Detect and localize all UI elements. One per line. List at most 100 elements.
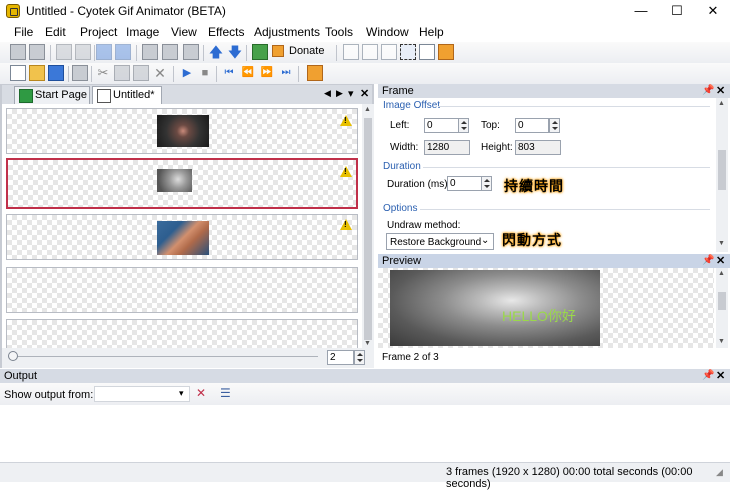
layout-icon[interactable] (381, 44, 397, 60)
new-frames-icon[interactable] (29, 44, 45, 60)
scroll-thumb[interactable] (718, 150, 726, 190)
save-icon[interactable] (48, 65, 64, 81)
pin-icon[interactable]: 📌 (702, 254, 714, 268)
toolbar-separator (336, 45, 337, 61)
scroll-down-icon[interactable]: ▼ (718, 240, 725, 247)
frame-item-3[interactable] (6, 214, 358, 260)
import-frames-icon[interactable] (142, 44, 158, 60)
toolbar-separator (50, 45, 51, 61)
undraw-method-select[interactable]: Restore Background ⌄ (386, 233, 494, 250)
resize-grip-icon[interactable]: ◢ (716, 467, 723, 478)
preview-icon[interactable] (438, 44, 454, 60)
zoom-slider-track[interactable] (18, 356, 318, 357)
scroll-thumb[interactable] (718, 292, 726, 310)
run-icon[interactable] (252, 44, 268, 60)
menu-effects[interactable]: Effects (208, 25, 244, 39)
frame-panel-scrollbar[interactable]: ▲ ▼ (716, 98, 728, 252)
pin-icon[interactable]: 📌 (702, 84, 714, 98)
menu-file[interactable]: File (14, 25, 33, 39)
move-down-icon[interactable]: 🡇 (227, 44, 243, 60)
frame-item-2[interactable] (6, 158, 358, 209)
top-label: Top: (481, 120, 500, 131)
tab-next-button[interactable]: ▶ (336, 88, 343, 99)
top-spinner[interactable] (549, 118, 560, 133)
panel-close-icon[interactable]: ✕ (716, 369, 725, 383)
output-panel-title: Output (4, 370, 38, 382)
move-up-icon[interactable]: 🡅 (208, 44, 224, 60)
menu-tools[interactable]: Tools (325, 25, 353, 39)
next-frame-icon[interactable]: ⏩ (259, 65, 275, 81)
clear-output-icon[interactable]: ✕ (196, 386, 206, 400)
cut-icon[interactable]: ✂ (95, 65, 111, 81)
menu-view[interactable]: View (171, 25, 197, 39)
menu-adjustments[interactable]: Adjustments (254, 25, 320, 39)
duration-input[interactable]: 0 (447, 176, 482, 191)
play-icon[interactable]: ▶ (179, 65, 195, 81)
minimize-button[interactable]: — (624, 0, 658, 22)
paste-icon[interactable] (133, 65, 149, 81)
scroll-down-icon[interactable]: ▼ (364, 340, 371, 347)
new-file-icon[interactable] (10, 65, 26, 81)
pin-icon[interactable]: 📌 (702, 369, 714, 383)
scroll-up-icon[interactable]: ▲ (364, 106, 371, 113)
tab-menu-button[interactable]: ▾ (348, 87, 354, 100)
tab-close-button[interactable]: ✕ (360, 87, 369, 100)
left-input[interactable]: 0 (424, 118, 459, 133)
grid-icon[interactable] (362, 44, 378, 60)
tab-untitled[interactable]: Untitled* (92, 86, 162, 104)
toolbar-separator (136, 45, 137, 61)
top-input[interactable]: 0 (515, 118, 549, 133)
scroll-up-icon[interactable]: ▲ (718, 100, 725, 107)
delete-icon[interactable]: ✕ (152, 65, 168, 81)
edit-frame-icon[interactable] (75, 44, 91, 60)
window-icon[interactable] (343, 44, 359, 60)
panel-icon[interactable] (419, 44, 435, 60)
copy-frame-icon[interactable] (56, 44, 72, 60)
frame-item-1[interactable] (6, 108, 358, 154)
scroll-down-icon[interactable]: ▼ (718, 338, 725, 345)
menu-edit[interactable]: Edit (45, 25, 66, 39)
open-folder-icon[interactable] (29, 65, 45, 81)
start-page-icon (19, 89, 33, 103)
reverse-frames-icon[interactable] (183, 44, 199, 60)
panel-close-icon[interactable]: ✕ (716, 84, 725, 98)
height-value: 803 (515, 140, 561, 155)
last-frame-icon[interactable]: ⏭ (278, 65, 294, 81)
panel-close-icon[interactable]: ✕ (716, 254, 725, 268)
zoom-spinner[interactable] (354, 350, 365, 365)
zoom-input[interactable]: 2 (327, 350, 354, 365)
left-spinner[interactable] (458, 118, 469, 133)
menu-help[interactable]: Help (419, 25, 444, 39)
export-icon[interactable] (307, 65, 323, 81)
scroll-up-icon[interactable]: ▲ (718, 270, 725, 277)
close-button[interactable]: ✕ (696, 0, 730, 22)
print-icon[interactable] (72, 65, 88, 81)
maximize-button[interactable]: ☐ (660, 0, 694, 22)
menu-window[interactable]: Window (366, 25, 409, 39)
flip-horizontal-icon[interactable] (96, 44, 112, 60)
toolbar-frames: 🡅 🡇 Donate (0, 42, 730, 63)
copy-icon[interactable] (114, 65, 130, 81)
menu-image[interactable]: Image (126, 25, 159, 39)
zoom-slider-thumb[interactable] (8, 351, 18, 361)
flip-vertical-icon[interactable] (115, 44, 131, 60)
new-frame-icon[interactable] (10, 44, 26, 60)
scroll-thumb[interactable] (364, 118, 372, 340)
menu-project[interactable]: Project (80, 25, 117, 39)
output-source-select[interactable]: ▾ (94, 386, 190, 402)
frame-properties-icon[interactable] (162, 44, 178, 60)
tab-prev-button[interactable]: ◀ (324, 88, 331, 99)
duration-spinner[interactable] (481, 176, 492, 191)
previous-frame-icon[interactable]: ⏪ (240, 65, 256, 81)
tab-label: Start Page (35, 89, 87, 101)
word-wrap-icon[interactable]: ☰ (220, 386, 231, 400)
first-frame-icon[interactable]: ⏮ (221, 65, 237, 81)
show-output-label: Show output from: (4, 389, 94, 401)
stop-icon[interactable]: ■ (197, 65, 213, 81)
preview-overlay-text: HELLO你好 (502, 308, 576, 324)
frame-list-scrollbar[interactable]: ▲ ▼ (362, 104, 374, 348)
tab-start-page[interactable]: Start Page (14, 86, 90, 104)
preview-scrollbar[interactable]: ▲ ▼ (716, 268, 728, 348)
selection-icon[interactable] (400, 44, 416, 60)
donate-button[interactable]: Donate (272, 44, 326, 61)
